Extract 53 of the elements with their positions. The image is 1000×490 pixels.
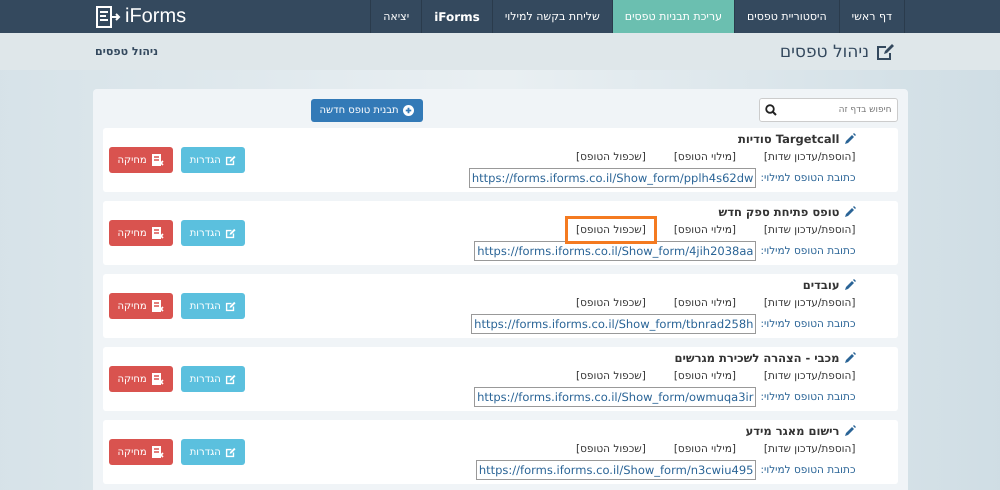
edit-icon xyxy=(224,154,236,166)
form-action-link[interactable]: [הוספת/עדכון שדות] xyxy=(752,289,866,317)
search-field[interactable]: חיפוש בדף זה xyxy=(758,98,898,122)
pencil-icon xyxy=(844,279,856,291)
edit-icon xyxy=(224,300,236,312)
form-title[interactable]: מכבי - הצהרה לשכירת מגרשים xyxy=(674,351,840,365)
edit-icon xyxy=(224,374,236,384)
form-action-link[interactable]: [מילוי הטופס] xyxy=(662,216,747,244)
pencil-icon xyxy=(844,425,856,437)
logo-text[interactable]: iForms xyxy=(125,5,186,28)
form-action-link[interactable]: [הוספת/עדכון שדות] xyxy=(752,435,866,463)
delete-button[interactable]: מחיקה xyxy=(108,366,173,392)
url-field[interactable]: https://forms.iforms.co.il/Show_form/n3cwiu495 xyxy=(476,460,756,480)
url-field[interactable]: https://forms.iforms.co.il/Show_form/tbnrad258h xyxy=(471,314,756,334)
delete-button[interactable]: מחיקה xyxy=(108,147,173,173)
form-action-link[interactable]: [מילוי הטופס] xyxy=(662,289,747,317)
url-field[interactable]: https://forms.iforms.co.il/Show_form/4jih2038aa xyxy=(474,241,756,261)
logo-icon xyxy=(95,6,121,28)
form-title[interactable]: רישום מאגר מידע xyxy=(746,424,840,438)
form-action-link[interactable]: [מילוי הטופס] xyxy=(662,143,747,171)
delete-button[interactable]: מחיקה xyxy=(108,293,173,319)
page-title: ניהול טפסים xyxy=(780,42,869,62)
plus-circle-icon xyxy=(402,104,414,116)
search-icon xyxy=(764,104,776,116)
new-template-button[interactable]: תבנית טופס חדשה xyxy=(310,98,423,122)
breadcrumb: ניהול טפסים xyxy=(95,45,158,58)
form-action-link[interactable]: [מילוי הטופס] xyxy=(662,362,747,390)
delete-button[interactable]: מחיקה xyxy=(108,439,173,465)
form-action-link[interactable]: [שכפול הטופס] xyxy=(565,362,657,390)
url-label: כתובת הטופס למילוי: xyxy=(760,245,856,257)
url-field[interactable]: https://forms.iforms.co.il/Show_form/pplh4s62dw xyxy=(468,168,756,188)
pencil-icon xyxy=(844,352,856,364)
form-title[interactable]: טופס פתיחת ספק חדש xyxy=(718,205,840,219)
url-field[interactable]: https://forms.iforms.co.il/Show_form/owmuqa3ir xyxy=(474,387,756,407)
edit-icon xyxy=(224,228,236,238)
form-action-link[interactable]: [שכפול הטופס] xyxy=(565,216,657,244)
pencil-icon xyxy=(844,133,856,145)
form-action-link[interactable]: [שכפול הטופס] xyxy=(565,289,657,317)
form-action-link[interactable]: [הוספת/עדכון שדות] xyxy=(752,362,866,390)
form-action-link[interactable]: [מילוי הטופס] xyxy=(662,435,747,463)
pencil-icon xyxy=(844,206,856,218)
edit-icon xyxy=(875,42,895,60)
url-label: כתובת הטופס למילוי: xyxy=(760,391,856,403)
form-action-link[interactable]: [שכפול הטופס] xyxy=(565,435,657,463)
form-action-link[interactable]: [שכפול הטופס] xyxy=(565,143,657,171)
url-label: כתובת הטופס למילוי: xyxy=(760,172,856,184)
form-title[interactable]: Targetcall סודיות xyxy=(738,132,840,146)
form-action-link[interactable]: [הוספת/עדכון שדות] xyxy=(752,216,866,244)
delete-button[interactable]: מחיקה xyxy=(108,220,173,246)
url-label: כתובת הטופס למילוי: xyxy=(760,318,856,330)
form-title[interactable]: עובדים xyxy=(802,278,840,292)
url-label: כתובת הטופס למילוי: xyxy=(760,464,856,476)
edit-icon xyxy=(224,446,236,458)
